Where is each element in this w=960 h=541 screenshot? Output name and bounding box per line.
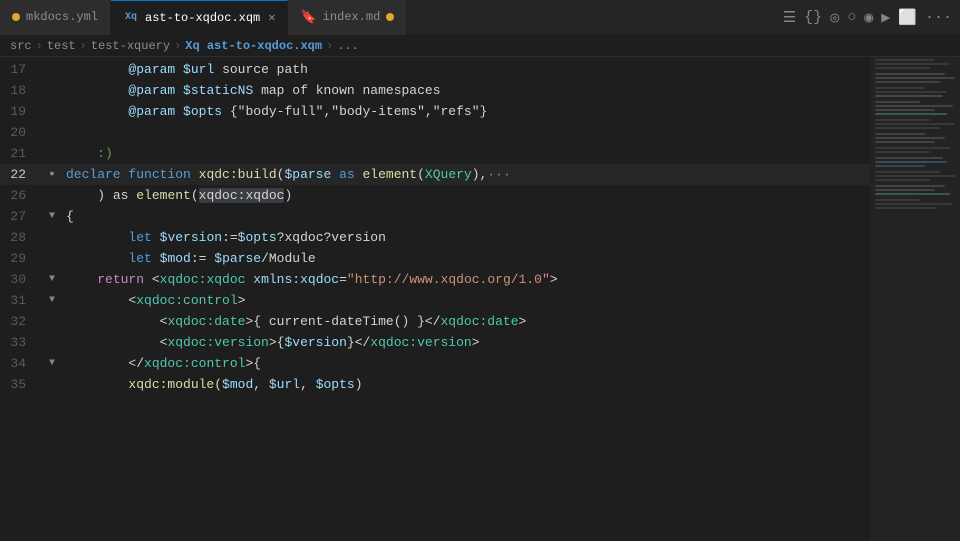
tab-label-index: index.md: [323, 10, 381, 24]
line-num-17: 17: [0, 59, 42, 80]
toolbar-list-icon[interactable]: ☰: [783, 8, 796, 27]
line-num-35: 35: [0, 374, 42, 395]
collapse-27[interactable]: ▼: [49, 206, 55, 227]
line-29: 29 let $mod:= $parse/Module: [0, 248, 870, 269]
gutter-30[interactable]: ▼: [42, 269, 62, 290]
gutter-31[interactable]: ▼: [42, 290, 62, 311]
code-33: <xqdoc:version>{$version}</xqdoc:version…: [62, 332, 870, 353]
line-num-29: 29: [0, 248, 42, 269]
breadcrumb-test-xquery[interactable]: test-xquery: [91, 39, 170, 53]
line-26: 26 ) as element(xqdoc:xqdoc): [0, 185, 870, 206]
line-num-27: 27: [0, 206, 42, 227]
line-num-33: 33: [0, 332, 42, 353]
tab-mkdocs[interactable]: mkdocs.yml: [0, 0, 111, 35]
collapse-30[interactable]: ▼: [49, 269, 55, 290]
line-35: 35 xqdc:module($mod, $url, $opts): [0, 374, 870, 395]
code-area: 17 @param $url source path 18 @param $st…: [0, 57, 870, 541]
tab-close-ast[interactable]: ✕: [268, 10, 275, 25]
toolbar-more-icon[interactable]: ···: [925, 9, 952, 26]
toolbar-target-icon[interactable]: ◎: [830, 8, 839, 27]
code-21: :): [62, 143, 870, 164]
tab-modified-dot-index: [386, 13, 394, 21]
line-17: 17 @param $url source path: [0, 59, 870, 80]
gutter-22: ●: [42, 164, 62, 185]
line-num-22: 22: [0, 164, 42, 185]
toolbar-play-icon[interactable]: ▶: [881, 8, 890, 27]
breadcrumb-test[interactable]: test: [47, 39, 76, 53]
tab-label-mkdocs: mkdocs.yml: [26, 10, 98, 24]
toolbar-split-icon[interactable]: ⬜: [898, 8, 917, 27]
line-num-32: 32: [0, 311, 42, 332]
line-19: 19 @param $opts {"body-full","body-items…: [0, 101, 870, 122]
code-20: [62, 122, 870, 143]
code-34: </xqdoc:control>{: [62, 353, 870, 374]
toolbar-right: ☰ {} ◎ ○ ◉ ▶ ⬜ ···: [783, 8, 960, 27]
tab-label-ast: ast-to-xqdoc.xqm: [145, 11, 260, 25]
collapse-34[interactable]: ▼: [49, 353, 55, 374]
breadcrumb-sep-3: ›: [174, 39, 181, 53]
toolbar-circle-icon[interactable]: ○: [847, 9, 856, 26]
line-num-21: 21: [0, 143, 42, 164]
code-18: @param $staticNS map of known namespaces: [62, 80, 870, 101]
tab-modified-dot: [12, 13, 20, 21]
code-22: declare function xqdc:build($parse as el…: [62, 164, 870, 185]
line-20: 20: [0, 122, 870, 143]
line-28: 28 let $version:=$opts?xqdoc?version: [0, 227, 870, 248]
breadcrumb-src[interactable]: src: [10, 39, 32, 53]
line-21: 21 :): [0, 143, 870, 164]
code-19: @param $opts {"body-full","body-items","…: [62, 101, 870, 122]
line-18: 18 @param $staticNS map of known namespa…: [0, 80, 870, 101]
line-num-34: 34: [0, 353, 42, 374]
line-22: 22 ● declare function xqdc:build($parse …: [0, 164, 870, 185]
tab-index[interactable]: 🔖 index.md: [288, 0, 407, 35]
gutter-34[interactable]: ▼: [42, 353, 62, 374]
line-num-30: 30: [0, 269, 42, 290]
minimap[interactable]: [870, 57, 960, 541]
line-num-20: 20: [0, 122, 42, 143]
tab-icon-xq: Xq: [123, 11, 139, 24]
code-17: @param $url source path: [62, 59, 870, 80]
tab-ast[interactable]: Xq ast-to-xqdoc.xqm ✕: [111, 0, 288, 35]
line-num-28: 28: [0, 227, 42, 248]
code-29: let $mod:= $parse/Module: [62, 248, 870, 269]
debug-icon-22[interactable]: ●: [49, 164, 54, 185]
breadcrumb-file[interactable]: Xq ast-to-xqdoc.xqm: [185, 39, 322, 53]
line-32: 32 <xqdoc:date>{ current-dateTime() }</x…: [0, 311, 870, 332]
code-28: let $version:=$opts?xqdoc?version: [62, 227, 870, 248]
line-num-18: 18: [0, 80, 42, 101]
line-num-26: 26: [0, 185, 42, 206]
breadcrumb-sep-1: ›: [36, 39, 43, 53]
line-31: 31 ▼ <xqdoc:control>: [0, 290, 870, 311]
toolbar-braces-icon[interactable]: {}: [804, 9, 822, 26]
breadcrumb-dots: ...: [337, 39, 359, 53]
line-34: 34 ▼ </xqdoc:control>{: [0, 353, 870, 374]
editor: 17 @param $url source path 18 @param $st…: [0, 57, 960, 541]
line-33: 33 <xqdoc:version>{$version}</xqdoc:vers…: [0, 332, 870, 353]
line-num-31: 31: [0, 290, 42, 311]
gutter-27[interactable]: ▼: [42, 206, 62, 227]
line-num-19: 19: [0, 101, 42, 122]
code-26: ) as element(xqdoc:xqdoc): [62, 185, 870, 206]
collapse-31[interactable]: ▼: [49, 290, 55, 311]
code-31: <xqdoc:control>: [62, 290, 870, 311]
toolbar-dot-circle-icon[interactable]: ◉: [864, 8, 873, 27]
breadcrumb-sep-2: ›: [80, 39, 87, 53]
tab-icon-md: 🔖: [300, 10, 316, 25]
tab-bar: mkdocs.yml Xq ast-to-xqdoc.xqm ✕ 🔖 index…: [0, 0, 960, 35]
minimap-content: [870, 57, 960, 541]
code-35: xqdc:module($mod, $url, $opts): [62, 374, 870, 395]
code-32: <xqdoc:date>{ current-dateTime() }</xqdo…: [62, 311, 870, 332]
code-30: return <xqdoc:xqdoc xmlns:xqdoc="http://…: [62, 269, 870, 290]
line-27: 27 ▼ {: [0, 206, 870, 227]
breadcrumb-sep-4: ›: [326, 39, 333, 53]
breadcrumb: src › test › test-xquery › Xq ast-to-xqd…: [0, 35, 960, 57]
line-30: 30 ▼ return <xqdoc:xqdoc xmlns:xqdoc="ht…: [0, 269, 870, 290]
code-27: {: [62, 206, 870, 227]
